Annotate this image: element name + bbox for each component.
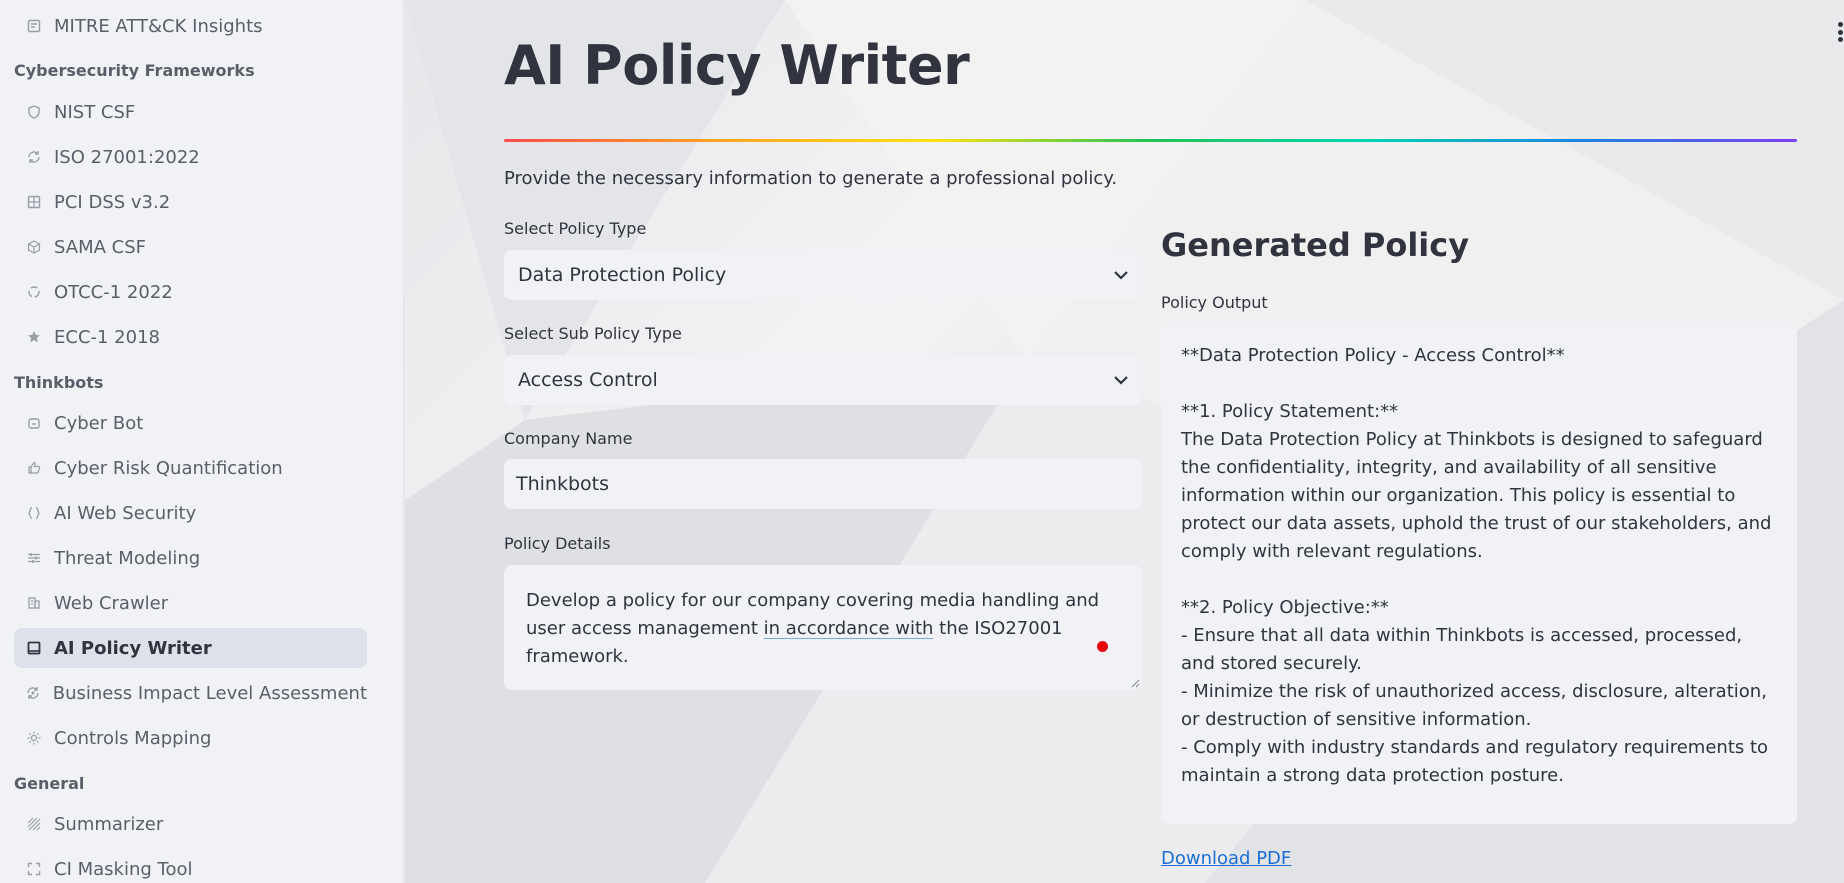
sync-icon: [26, 149, 42, 165]
shield-icon: [26, 104, 42, 120]
sidebar-item-ai-web-security[interactable]: AI Web Security: [14, 493, 367, 533]
sidebar-item-ai-policy-writer[interactable]: AI Policy Writer: [14, 628, 367, 668]
policy-details-label: Policy Details: [504, 534, 611, 553]
refresh-icon: [26, 685, 41, 701]
sidebar-item-label: ISO 27001:2022: [54, 146, 200, 168]
sidebar-item-label: ECC-1 2018: [54, 326, 160, 348]
cycle-icon: [26, 284, 42, 300]
sidebar-item-label: OTCC-1 2022: [54, 281, 173, 303]
sidebar-item-label: SAMA CSF: [54, 236, 146, 258]
sidebar-item-sama-csf[interactable]: SAMA CSF: [14, 227, 367, 267]
policy-output-label: Policy Output: [1161, 293, 1268, 312]
sub-policy-type-select[interactable]: Access Control: [504, 355, 1142, 405]
sidebar-item-label: Web Crawler: [54, 592, 169, 614]
policy-type-value: Data Protection Policy: [518, 264, 727, 286]
policy-type-select[interactable]: Data Protection Policy: [504, 250, 1142, 300]
sidebar: MITRE ATT&CK Insights Cybersecurity Frame…: [0, 0, 404, 883]
building-icon: [26, 595, 42, 611]
sidebar-item-label: Threat Modeling: [54, 547, 201, 569]
title-divider: [504, 139, 1797, 142]
sidebar-item-ci-masking-tool[interactable]: CI Masking Tool: [14, 849, 367, 883]
sidebar-item-label: Cyber Bot: [54, 412, 144, 434]
sidebar-item-otcc-1-2022[interactable]: OTCC-1 2022: [14, 272, 367, 312]
sidebar-item-label: CI Masking Tool: [54, 858, 193, 880]
sidebar-item-label: Cyber Risk Quantification: [54, 457, 283, 479]
sidebar-item-cyber-bot[interactable]: Cyber Bot: [14, 403, 367, 443]
cube-icon: [26, 239, 42, 255]
hatch-icon: [26, 816, 42, 832]
sliders-icon: [26, 550, 42, 566]
sidebar-item-business-impact-level-assessment[interactable]: Business Impact Level Assessment: [14, 673, 367, 713]
sun-icon: [26, 730, 42, 746]
page-title: AI Policy Writer: [504, 34, 970, 97]
download-pdf-link[interactable]: Download PDF: [1161, 848, 1291, 869]
sidebar-item-pci-dss-v3-2[interactable]: PCI DSS v3.2: [14, 182, 367, 222]
policy-output-text: **Data Protection Policy - Access Contro…: [1181, 345, 1772, 786]
company-name-input[interactable]: [504, 459, 1142, 509]
sidebar-item-cyber-risk-quantification[interactable]: Cyber Risk Quantification: [14, 448, 367, 488]
sidebar-item-ecc-1-2018[interactable]: ECC-1 2018: [14, 317, 367, 357]
spellcheck-phrase: in accordance with: [763, 618, 934, 639]
sidebar-item-summarizer[interactable]: Summarizer: [14, 804, 367, 844]
sub-policy-type-value: Access Control: [518, 369, 658, 391]
sidebar-item-iso-27001-2022[interactable]: ISO 27001:2022: [14, 137, 367, 177]
chevron-down-icon: [1114, 268, 1128, 282]
policy-details-textarea[interactable]: Develop a policy for our company coverin…: [504, 565, 1142, 690]
sidebar-item-label: AI Web Security: [54, 502, 197, 524]
sidebar-item-label: PCI DSS v3.2: [54, 191, 171, 213]
sidebar-item-nist-csf[interactable]: NIST CSF: [14, 92, 367, 132]
sidebar-item-label: NIST CSF: [54, 101, 136, 123]
star-icon: [26, 329, 42, 345]
sidebar-item-label: MITRE ATT&CK Insights: [54, 15, 263, 37]
sidebar-item-controls-mapping[interactable]: Controls Mapping: [14, 718, 367, 758]
company-name-label: Company Name: [504, 429, 633, 448]
braces-icon: [26, 505, 42, 521]
sidebar-item-label: Controls Mapping: [54, 727, 212, 749]
policy-type-label: Select Policy Type: [504, 219, 647, 238]
sidebar-section-title: General: [14, 774, 85, 793]
resize-handle-icon[interactable]: [1130, 678, 1140, 688]
report-icon: [26, 18, 42, 34]
sidebar-item-threat-modeling[interactable]: Threat Modeling: [14, 538, 367, 578]
intro-text: Provide the necessary information to gen…: [504, 168, 1118, 189]
sub-policy-type-label: Select Sub Policy Type: [504, 324, 682, 343]
main-menu-icon[interactable]: [1836, 22, 1844, 42]
sidebar-item-label: AI Policy Writer: [54, 637, 212, 659]
generated-policy-title: Generated Policy: [1161, 226, 1470, 264]
sidebar-section-title: Thinkbots: [14, 373, 104, 392]
frame-icon: [26, 861, 42, 877]
bot-icon: [26, 415, 42, 431]
grid-icon: [26, 194, 42, 210]
thumb-icon: [26, 460, 42, 476]
recording-indicator-icon: [1097, 641, 1108, 652]
policy-output-textarea[interactable]: **Data Protection Policy - Access Contro…: [1161, 322, 1797, 824]
sidebar-item-web-crawler[interactable]: Web Crawler: [14, 583, 367, 623]
chevron-down-icon: [1114, 373, 1128, 387]
sidebar-section-title: Cybersecurity Frameworks: [14, 61, 255, 80]
main-content: AI Policy Writer Provide the necessary i…: [405, 0, 1844, 883]
square-icon: [26, 640, 42, 656]
sidebar-item-mitre-att-ck-insights[interactable]: MITRE ATT&CK Insights: [14, 6, 367, 46]
sidebar-item-label: Summarizer: [54, 813, 164, 835]
sidebar-item-label: Business Impact Level Assessment: [52, 682, 367, 704]
